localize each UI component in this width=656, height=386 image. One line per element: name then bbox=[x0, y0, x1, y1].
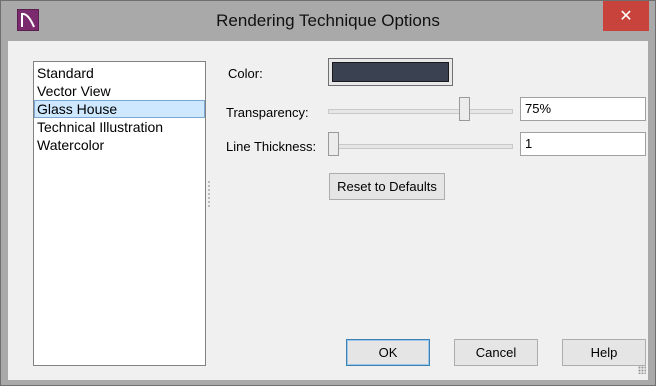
list-item-vector-view[interactable]: Vector View bbox=[34, 82, 205, 100]
title-bar[interactable]: Rendering Technique Options ✕ bbox=[1, 1, 655, 41]
transparency-slider-track bbox=[328, 109, 513, 114]
color-swatch bbox=[332, 62, 449, 82]
close-icon: ✕ bbox=[619, 6, 633, 25]
line-thickness-label: Line Thickness: bbox=[226, 139, 317, 154]
ok-button[interactable]: OK bbox=[346, 339, 430, 366]
transparency-label: Transparency: bbox=[226, 105, 309, 120]
technique-list[interactable]: Standard Vector View Glass House Technic… bbox=[33, 61, 206, 366]
color-label: Color: bbox=[228, 66, 263, 81]
list-item-glass-house[interactable]: Glass House bbox=[34, 100, 205, 118]
dialog-window: Rendering Technique Options ✕ Standard V… bbox=[0, 0, 656, 386]
splitter-grip[interactable] bbox=[208, 181, 210, 209]
resize-grip-icon[interactable] bbox=[638, 366, 646, 374]
reset-to-defaults-button[interactable]: Reset to Defaults bbox=[329, 173, 445, 200]
window-title: Rendering Technique Options bbox=[216, 11, 440, 30]
line-thickness-slider-track bbox=[328, 144, 513, 149]
transparency-slider[interactable] bbox=[328, 97, 513, 123]
list-item-watercolor[interactable]: Watercolor bbox=[34, 136, 205, 154]
transparency-field[interactable]: 75% bbox=[520, 97, 646, 121]
dialog-body: Standard Vector View Glass House Technic… bbox=[8, 41, 648, 380]
line-thickness-slider[interactable] bbox=[328, 132, 513, 158]
list-item-technical-illustration[interactable]: Technical Illustration bbox=[34, 118, 205, 136]
line-thickness-slider-thumb[interactable] bbox=[328, 132, 339, 156]
close-button[interactable]: ✕ bbox=[603, 1, 649, 31]
cancel-button[interactable]: Cancel bbox=[454, 339, 538, 366]
line-thickness-field[interactable]: 1 bbox=[520, 132, 646, 156]
list-item-standard[interactable]: Standard bbox=[34, 64, 205, 82]
transparency-slider-thumb[interactable] bbox=[459, 97, 470, 121]
color-button[interactable] bbox=[328, 58, 453, 86]
help-button[interactable]: Help bbox=[562, 339, 646, 366]
